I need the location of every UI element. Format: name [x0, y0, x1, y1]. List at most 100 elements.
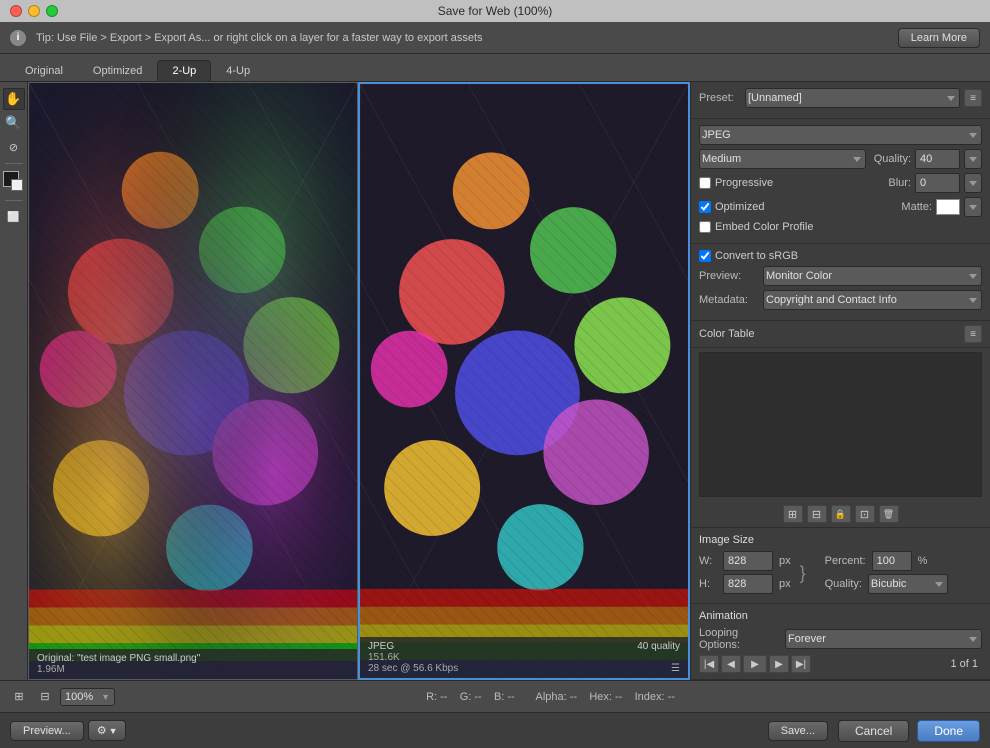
toolbar-separator	[5, 163, 23, 164]
close-button[interactable]	[10, 5, 22, 17]
resample-quality-label: Quality:	[825, 578, 862, 590]
convert-srgb-row: Convert to sRGB	[699, 250, 982, 262]
animation-title: Animation	[699, 610, 982, 622]
preset-section: Preset: [Unnamed] ≡	[691, 82, 990, 119]
blur-input[interactable]	[915, 173, 960, 193]
color-add-button[interactable]: ⊡	[855, 505, 875, 523]
progressive-checkbox[interactable]	[699, 177, 711, 189]
learn-more-button[interactable]: Learn More	[898, 28, 980, 48]
color-lock-button[interactable]: 🔒	[831, 505, 851, 523]
quality-input[interactable]	[915, 149, 960, 169]
preview-select[interactable]: Monitor Color	[763, 266, 982, 286]
color-section: Convert to sRGB Preview: Monitor Color M…	[691, 244, 990, 321]
optimized-time: 28 sec @ 56.6 Kbps	[368, 663, 458, 674]
height-input[interactable]	[723, 574, 773, 594]
b-value: B: --	[494, 691, 515, 703]
view-toggle-button[interactable]: ⬜	[3, 206, 25, 228]
settings-icon: ⚙	[97, 724, 107, 737]
hex-value: Hex: --	[589, 691, 622, 703]
width-input[interactable]	[723, 551, 773, 571]
color-duplicate-button[interactable]: ⊟	[807, 505, 827, 523]
quality-dropdown[interactable]	[964, 149, 982, 169]
optimized-panel[interactable]: JPEG 40 quality 151.6K 28 sec @ 56.6 Kbp…	[358, 82, 690, 680]
anim-next-button[interactable]: ▶	[769, 655, 789, 673]
metadata-label: Metadata:	[699, 294, 759, 306]
index-value: Index: --	[635, 691, 675, 703]
color-swatch[interactable]	[3, 171, 25, 193]
anim-skip-end-button[interactable]: ▶|	[791, 655, 811, 673]
quality-label: Quality:	[874, 153, 911, 165]
done-button[interactable]: Done	[917, 720, 980, 742]
delete-icon: 🗑	[883, 509, 894, 520]
foreground-color[interactable]	[3, 171, 19, 187]
preview-row: Preview: Monitor Color	[699, 266, 982, 286]
zoom-display[interactable]: 100% ▼	[60, 688, 115, 706]
color-remap-button[interactable]: ⊞	[783, 505, 803, 523]
matte-swatch[interactable]	[936, 199, 960, 215]
remap-icon: ⊞	[788, 508, 797, 521]
looping-select[interactable]: Forever	[785, 629, 982, 649]
color-table-options-button[interactable]: ≡	[964, 325, 982, 343]
zoom-dropdown-icon: ▼	[101, 692, 110, 702]
cancel-button[interactable]: Cancel	[838, 720, 909, 742]
resample-select[interactable]: Bicubic	[868, 574, 948, 594]
looping-label: Looping Options:	[699, 627, 779, 651]
color-table-label: Color Table	[699, 328, 754, 340]
metadata-select[interactable]: Copyright and Contact Info	[763, 290, 982, 310]
minimize-button[interactable]	[28, 5, 40, 17]
hand-tool-button[interactable]: ✋	[3, 88, 25, 110]
color-table-options-icon: ≡	[970, 329, 976, 340]
medium-select[interactable]: Medium	[699, 149, 866, 169]
tab-2up[interactable]: 2-Up	[157, 60, 211, 81]
add-slice-button[interactable]: ⊞	[8, 686, 30, 708]
matte-label: Matte:	[901, 201, 932, 213]
g-value: G: --	[460, 691, 482, 703]
format-select[interactable]: JPEG	[699, 125, 982, 145]
tab-original[interactable]: Original	[10, 60, 78, 81]
tab-optimized[interactable]: Optimized	[78, 60, 158, 81]
tip-text: Tip: Use File > Export > Export As... or…	[36, 32, 888, 44]
optimized-size: 151.6K	[368, 652, 400, 663]
optimized-format: JPEG	[368, 641, 394, 652]
preset-select[interactable]: [Unnamed]	[745, 88, 960, 108]
tab-4up[interactable]: 4-Up	[211, 60, 265, 81]
color-delete-button[interactable]: 🗑	[879, 505, 899, 523]
image-size-section: Image Size W: px H: px }	[691, 528, 990, 604]
skip-end-icon: ▶|	[796, 659, 806, 670]
percent-label: Percent:	[825, 555, 866, 567]
background-color[interactable]	[11, 179, 23, 191]
anim-play-button[interactable]: ▶	[743, 655, 767, 673]
zoom-tool-button[interactable]: 🔍	[3, 112, 25, 134]
original-panel[interactable]: Original: "test image PNG small.png" 1.9…	[28, 82, 358, 680]
preview-button[interactable]: Preview...	[10, 721, 84, 741]
slice-options-button[interactable]: ⊟	[34, 686, 56, 708]
progressive-row: Progressive Blur:	[699, 173, 982, 193]
anim-prev-button[interactable]: ◀	[721, 655, 741, 673]
eyedropper-tool-button[interactable]: ⊘	[3, 136, 25, 158]
optimized-checkbox[interactable]	[699, 201, 711, 213]
slice-options-icon: ⊟	[40, 690, 49, 703]
optimized-image	[360, 84, 688, 678]
preset-options-button[interactable]: ≡	[964, 89, 982, 107]
maximize-button[interactable]	[46, 5, 58, 17]
info-bar: i Tip: Use File > Export > Export As... …	[0, 22, 990, 54]
preview-settings-button[interactable]: ⚙ ▼	[88, 720, 127, 741]
image-size-title: Image Size	[699, 534, 982, 546]
anim-skip-start-button[interactable]: |◀	[699, 655, 719, 673]
matte-dropdown[interactable]	[964, 197, 982, 217]
play-icon: ▶	[751, 659, 759, 670]
percent-input[interactable]	[872, 551, 912, 571]
save-button[interactable]: Save...	[768, 721, 828, 741]
height-label: H:	[699, 578, 717, 590]
convert-srgb-checkbox[interactable]	[699, 250, 711, 262]
preset-label: Preset:	[699, 92, 741, 104]
panel-options-icon[interactable]: ☰	[671, 663, 680, 674]
blur-dropdown[interactable]	[964, 173, 982, 193]
embed-color-checkbox[interactable]	[699, 221, 711, 233]
window-controls[interactable]	[10, 5, 58, 17]
zoom-icon: 🔍	[5, 115, 21, 131]
optimized-label: Optimized	[715, 201, 765, 213]
optimized-row: Optimized Matte:	[699, 197, 982, 217]
view-icon: ⬜	[7, 212, 19, 223]
canvas-area: Original: "test image PNG small.png" 1.9…	[28, 82, 690, 680]
